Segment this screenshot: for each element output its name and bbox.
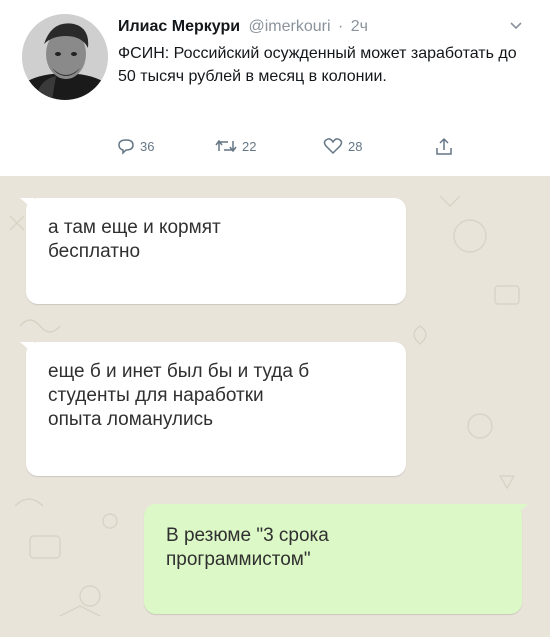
- retweet-icon: [215, 139, 237, 153]
- share-icon: [436, 137, 452, 155]
- message-bubble-incoming[interactable]: а там еще и кормят бесплатно: [20, 198, 406, 304]
- tweet-actions: 36 22 28: [116, 136, 476, 158]
- avatar[interactable]: [22, 14, 108, 100]
- chat-area[interactable]: а там еще и кормят бесплатно еще б и ине…: [0, 176, 550, 637]
- reply-count: 36: [140, 138, 155, 154]
- heart-icon: [323, 138, 343, 155]
- retweet-button[interactable]: 22: [214, 136, 256, 156]
- tweet-timestamp[interactable]: 2ч: [351, 18, 368, 35]
- bubble-tail: [20, 342, 34, 354]
- like-count: 28: [348, 138, 363, 154]
- message-text: В резюме "3 срока программистом": [166, 525, 329, 570]
- tweet-header: Илиас Меркури @imerkouri · 2ч: [118, 18, 368, 36]
- message-text: а там еще и кормят бесплатно: [48, 217, 221, 262]
- message-bubble-incoming[interactable]: еще б и инет был бы и туда б студенты дл…: [20, 342, 406, 476]
- bubble-tail: [514, 504, 528, 516]
- retweet-count: 22: [242, 138, 257, 154]
- reply-icon: [118, 139, 134, 155]
- bubble-tail: [20, 198, 34, 210]
- author-handle[interactable]: @imerkouri: [249, 18, 331, 35]
- share-button[interactable]: [434, 136, 458, 158]
- like-button[interactable]: 28: [322, 136, 362, 156]
- message-bubble-outgoing[interactable]: В резюме "3 срока программистом": [144, 504, 528, 614]
- tweet-card[interactable]: Илиас Меркури @imerkouri · 2ч ФСИН: Росс…: [0, 0, 550, 176]
- avatar-photo: [22, 14, 108, 100]
- message-text: еще б и инет был бы и туда б студенты дл…: [48, 361, 310, 430]
- author-name[interactable]: Илиас Меркури: [118, 18, 240, 35]
- tweet-text: ФСИН: Российский осужденный может зарабо…: [118, 45, 517, 85]
- chevron-down-icon[interactable]: [508, 20, 524, 32]
- reply-button[interactable]: 36: [116, 136, 154, 156]
- header-separator: ·: [337, 18, 344, 35]
